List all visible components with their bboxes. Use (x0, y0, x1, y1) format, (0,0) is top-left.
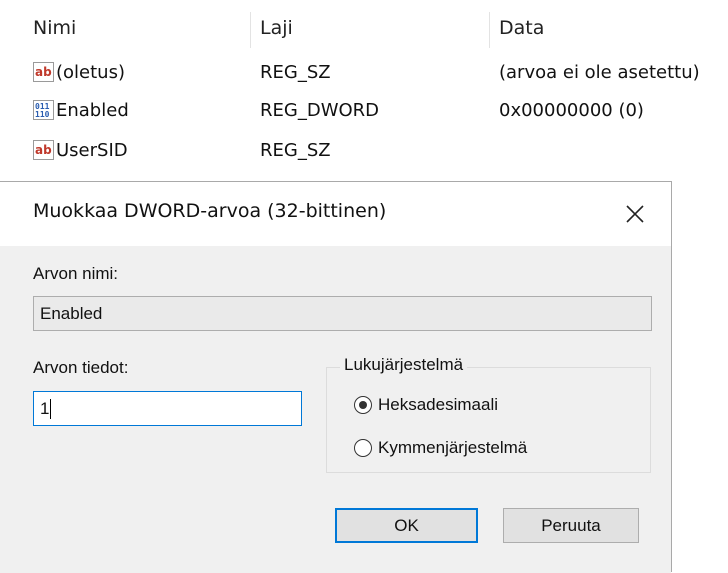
column-header-type[interactable]: Laji (252, 8, 492, 48)
value-data-label: Arvon tiedot: (33, 358, 129, 377)
value-name-field[interactable]: Enabled (33, 296, 652, 331)
column-header-name[interactable]: Nimi (0, 8, 250, 48)
svg-text:ab: ab (35, 143, 52, 157)
dialog-title: Muokkaa DWORD-arvoa (32-bittinen) (33, 200, 387, 222)
registry-row-enabled[interactable]: 011 110 Enabled REG_DWORD 0x00000000 (0) (0, 97, 728, 125)
column-header-data[interactable]: Data (491, 8, 728, 48)
value-data: 0x00000000 (0) (499, 100, 644, 121)
value-name: UserSID (56, 140, 128, 161)
column-divider[interactable] (489, 12, 490, 48)
value-name: (oletus) (56, 62, 125, 83)
dword-value-icon: 011 110 (33, 100, 54, 120)
string-value-icon: ab (33, 140, 54, 160)
svg-text:ab: ab (35, 65, 52, 79)
dialog-titlebar[interactable]: Muokkaa DWORD-arvoa (32-bittinen) (0, 182, 671, 246)
radio-button-unselected[interactable] (354, 439, 372, 457)
value-type: REG_DWORD (260, 100, 380, 121)
value-name: Enabled (56, 100, 129, 121)
value-data-text: 1 (40, 399, 50, 418)
radio-dot (359, 401, 367, 409)
radio-label-decimal: Kymmenjärjestelmä (378, 438, 528, 457)
ok-button[interactable]: OK (335, 508, 478, 543)
cancel-button[interactable]: Peruuta (503, 508, 639, 543)
value-data-input[interactable]: 1 (33, 391, 302, 426)
column-divider[interactable] (250, 12, 251, 48)
close-icon (626, 205, 644, 223)
svg-text:110: 110 (35, 110, 50, 119)
radio-label-hexadecimal: Heksadesimaali (378, 395, 498, 414)
edit-dword-dialog: Muokkaa DWORD-arvoa (32-bittinen) Arvon … (0, 181, 672, 573)
registry-row-oletus[interactable]: ab (oletus) REG_SZ (arvoa ei ole asetett… (0, 59, 728, 87)
text-caret (50, 399, 51, 419)
value-name-label: Arvon nimi: (33, 264, 119, 283)
value-type: REG_SZ (260, 140, 331, 161)
base-group-label: Lukujärjestelmä (340, 355, 468, 375)
string-value-icon: ab (33, 62, 54, 82)
close-button[interactable] (613, 192, 657, 236)
value-type: REG_SZ (260, 62, 331, 83)
registry-row-usersid[interactable]: ab UserSID REG_SZ (0, 137, 728, 165)
radio-button-selected[interactable] (354, 396, 372, 414)
value-data: (arvoa ei ole asetettu) (499, 62, 700, 83)
